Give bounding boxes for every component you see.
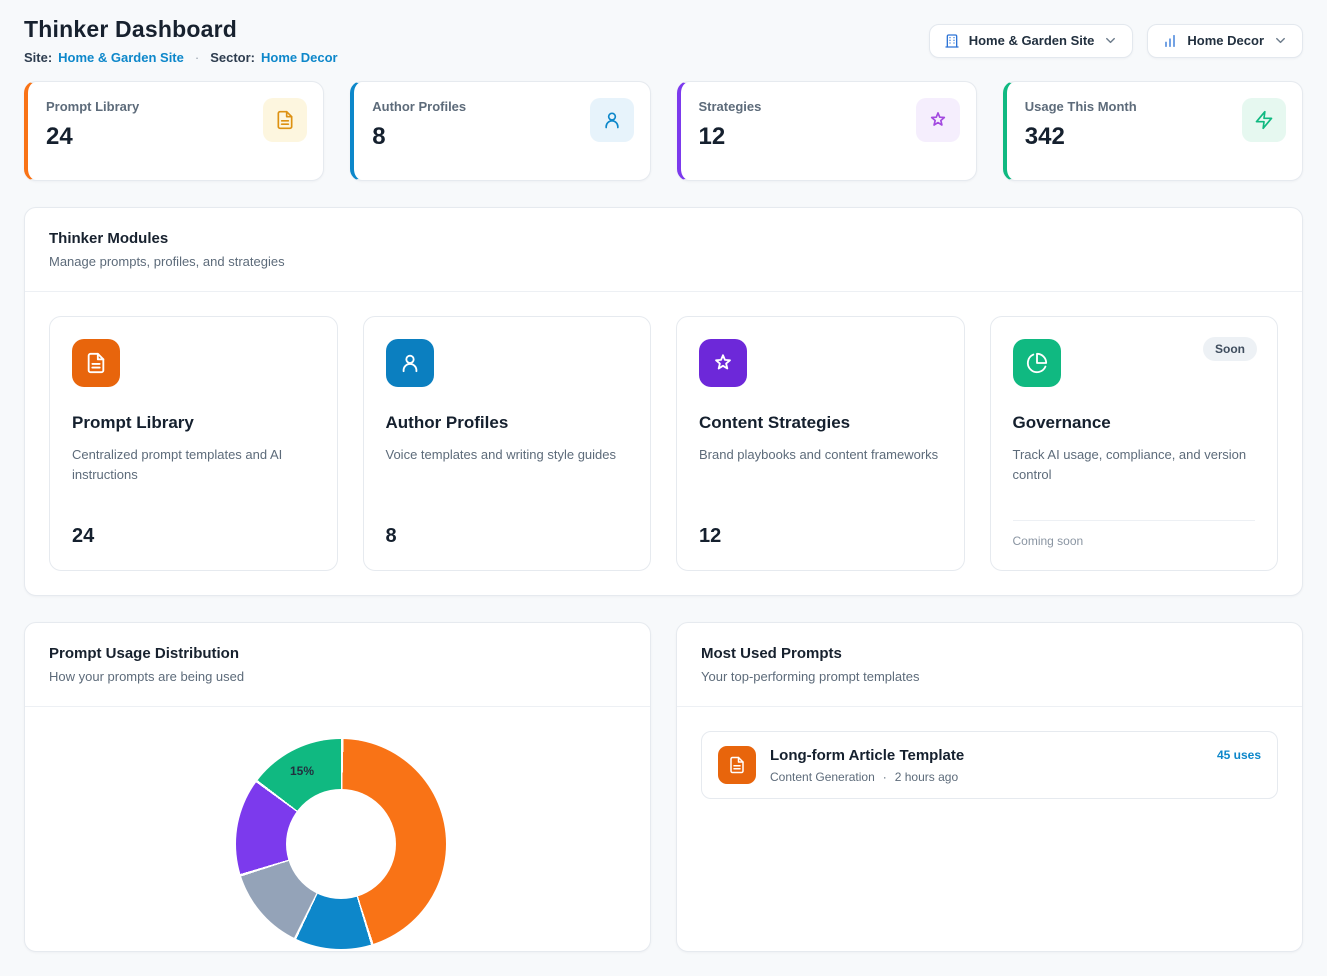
stat-card-strategies: Strategies 12 [677, 81, 977, 181]
chevron-down-icon [1273, 33, 1288, 48]
document-icon [263, 98, 307, 142]
prompt-category: Content Generation [770, 770, 875, 784]
module-description: Centralized prompt templates and AI inst… [72, 445, 315, 485]
page-title: Thinker Dashboard [24, 16, 338, 43]
header-controls: Home & Garden Site Home Decor [929, 24, 1303, 58]
module-card-prompt-library[interactable]: Prompt Library Centralized prompt templa… [49, 316, 338, 571]
module-card-author-profiles[interactable]: Author Profiles Voice templates and writ… [363, 316, 652, 571]
module-title: Governance [1013, 413, 1256, 433]
prompt-list-item[interactable]: Long-form Article Template Content Gener… [701, 731, 1278, 799]
sector-selector-label: Home Decor [1187, 33, 1264, 48]
module-card-content-strategies[interactable]: Content Strategies Brand playbooks and c… [676, 316, 965, 571]
stat-card-usage: Usage This Month 342 [1003, 81, 1303, 181]
soon-badge: Soon [1203, 337, 1257, 361]
module-count: 24 [72, 525, 315, 548]
lightning-icon [1242, 98, 1286, 142]
usage-subtitle: How your prompts are being used [49, 669, 626, 684]
prompts-panel-header: Most Used Prompts Your top-performing pr… [677, 623, 1302, 706]
donut-segment-label: 15% [290, 764, 314, 778]
module-title: Prompt Library [72, 413, 315, 433]
modules-grid: Prompt Library Centralized prompt templa… [25, 292, 1302, 595]
modules-subtitle: Manage prompts, profiles, and strategies [49, 254, 1278, 269]
prompts-title: Most Used Prompts [701, 645, 1278, 662]
stat-card-prompt-library: Prompt Library 24 [24, 81, 324, 181]
separator-dot: · [195, 50, 199, 65]
coming-soon-text: Coming soon [1013, 534, 1256, 548]
bar-chart-icon [1162, 33, 1178, 49]
prompt-time: 2 hours ago [895, 770, 958, 784]
prompts-subtitle: Your top-performing prompt templates [701, 669, 1278, 684]
prompt-list: Long-form Article Template Content Gener… [677, 707, 1302, 823]
module-description: Track AI usage, compliance, and version … [1013, 445, 1256, 485]
document-icon [72, 339, 120, 387]
usage-panel-header: Prompt Usage Distribution How your promp… [25, 623, 650, 706]
thinker-modules-panel: Thinker Modules Manage prompts, profiles… [24, 207, 1303, 596]
usage-donut: 15% [236, 739, 446, 949]
module-footer: Coming soon [1013, 520, 1256, 548]
module-count: 8 [386, 525, 629, 548]
title-block: Thinker Dashboard Site: Home & Garden Si… [24, 16, 338, 65]
prompt-meta: Content Generation · 2 hours ago [770, 770, 964, 784]
site-selector-label: Home & Garden Site [969, 33, 1095, 48]
sector-selector-dropdown[interactable]: Home Decor [1147, 24, 1303, 58]
topbar: Thinker Dashboard Site: Home & Garden Si… [24, 16, 1303, 65]
donut-chart-area: 15% [25, 707, 650, 947]
most-used-prompts-panel: Most Used Prompts Your top-performing pr… [676, 622, 1303, 952]
dashboard-page: Thinker Dashboard Site: Home & Garden Si… [0, 0, 1327, 976]
prompt-uses-badge: 45 uses [1217, 746, 1261, 762]
separator-dot: · [883, 770, 887, 784]
user-icon [386, 339, 434, 387]
user-icon [590, 98, 634, 142]
prompt-title: Long-form Article Template [770, 747, 964, 764]
stat-card-author-profiles: Author Profiles 8 [350, 81, 650, 181]
building-icon [944, 33, 960, 49]
module-card-governance[interactable]: Soon Governance Track AI usage, complian… [990, 316, 1279, 571]
bottom-row: Prompt Usage Distribution How your promp… [24, 622, 1303, 952]
site-link[interactable]: Home & Garden Site [58, 50, 184, 65]
module-description: Voice templates and writing style guides [386, 445, 629, 465]
site-selector-dropdown[interactable]: Home & Garden Site [929, 24, 1134, 58]
module-title: Author Profiles [386, 413, 629, 433]
divider [1013, 520, 1256, 521]
document-icon [718, 746, 756, 784]
module-description: Brand playbooks and content frameworks [699, 445, 942, 465]
pie-chart-icon [1013, 339, 1061, 387]
sector-label: Sector: [210, 50, 255, 65]
modules-title: Thinker Modules [49, 230, 1278, 247]
usage-title: Prompt Usage Distribution [49, 645, 626, 662]
prompt-text-block: Long-form Article Template Content Gener… [770, 747, 964, 784]
stats-row: Prompt Library 24 Author Profiles 8 Stra… [24, 81, 1303, 181]
module-count: 12 [699, 525, 942, 548]
modules-panel-header: Thinker Modules Manage prompts, profiles… [25, 208, 1302, 291]
module-title: Content Strategies [699, 413, 942, 433]
sector-link[interactable]: Home Decor [261, 50, 338, 65]
star-icon [699, 339, 747, 387]
site-label: Site: [24, 50, 52, 65]
breadcrumb: Site: Home & Garden Site · Sector: Home … [24, 50, 338, 65]
chevron-down-icon [1103, 33, 1118, 48]
star-icon [916, 98, 960, 142]
usage-distribution-panel: Prompt Usage Distribution How your promp… [24, 622, 651, 952]
